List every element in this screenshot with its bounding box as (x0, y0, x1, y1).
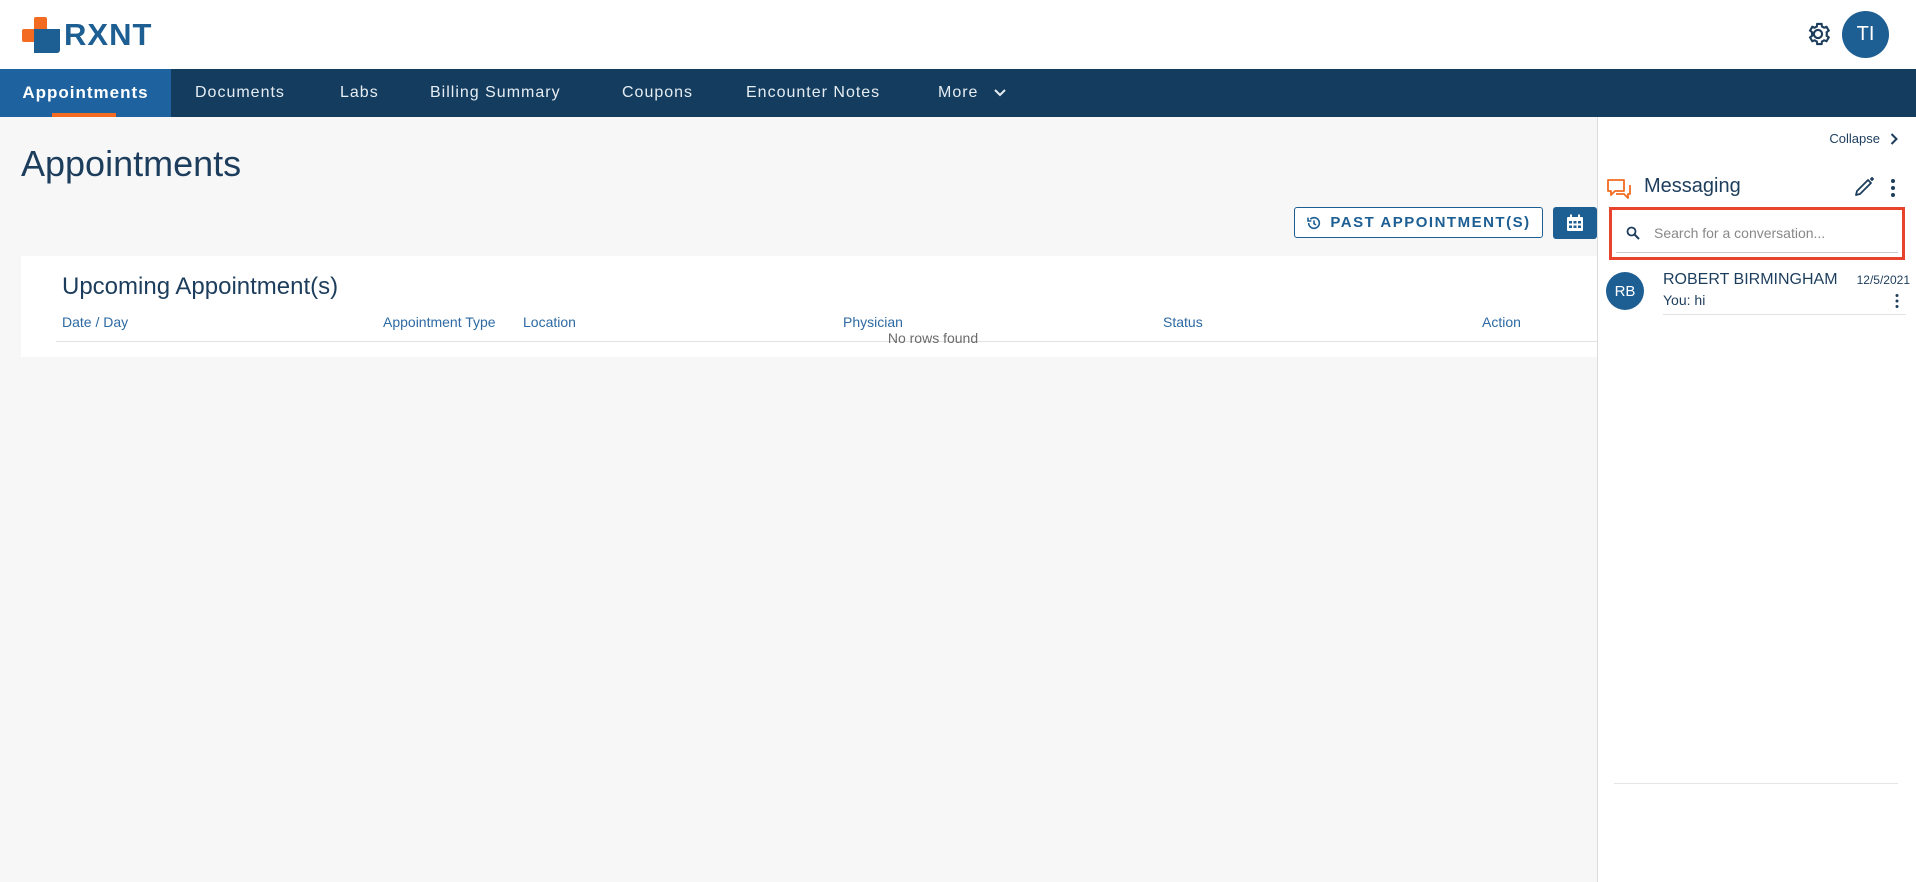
gear-icon[interactable] (1804, 20, 1832, 48)
main-nav: Appointments Documents Labs Billing Summ… (0, 69, 1916, 117)
tab-label: Appointments (22, 83, 149, 102)
search-input[interactable] (1652, 220, 1892, 246)
page-title: Appointments (21, 143, 242, 184)
tab-appointments[interactable]: Appointments (0, 69, 171, 117)
column-header-location[interactable]: Location (523, 314, 576, 330)
logo-text: RXNT (64, 17, 153, 52)
tab-coupons[interactable]: Coupons (622, 69, 693, 117)
collapse-label: Collapse (1829, 131, 1880, 146)
collapse-button[interactable]: Collapse (1829, 131, 1898, 146)
chevron-down-icon (994, 89, 1006, 97)
card-title: Upcoming Appointment(s) (62, 273, 339, 300)
panel-divider (1614, 783, 1898, 784)
conversation-search (1616, 214, 1898, 253)
tab-encounter-notes[interactable]: Encounter Notes (746, 69, 880, 117)
conversation-name: ROBERT BIRMINGHAM (1663, 271, 1838, 288)
empty-table-message: No rows found (887, 330, 979, 346)
top-header: RXNT TI (0, 0, 1916, 69)
chevron-right-icon (1890, 132, 1898, 145)
column-header-physician[interactable]: Physician (843, 314, 903, 330)
column-header-appointment-type[interactable]: Appointment Type (383, 314, 496, 330)
rxnt-logo[interactable]: RXNT (22, 17, 152, 53)
tab-billing-summary[interactable]: Billing Summary (430, 69, 561, 117)
active-tab-indicator (52, 113, 116, 117)
conversation-last-message: You: hi (1663, 292, 1706, 308)
compose-icon[interactable] (1852, 175, 1876, 199)
logo-cross-icon (22, 17, 60, 53)
column-header-date[interactable]: Date / Day (62, 314, 128, 330)
user-avatar[interactable]: TI (1842, 11, 1889, 58)
messaging-title: Messaging (1644, 175, 1741, 197)
more-options-icon[interactable] (1887, 177, 1899, 199)
calendar-icon (1567, 214, 1583, 231)
tab-more[interactable]: More (938, 69, 1006, 117)
column-header-action: Action (1482, 314, 1521, 330)
tab-label: More (938, 84, 979, 101)
past-appointments-button[interactable]: PAST APPOINTMENT(S) (1294, 207, 1543, 238)
column-header-status[interactable]: Status (1163, 314, 1203, 330)
calendar-button[interactable] (1553, 207, 1597, 239)
conversation-divider (1663, 314, 1906, 315)
tab-labs[interactable]: Labs (340, 69, 379, 117)
conversation-avatar: RB (1606, 272, 1644, 310)
conversation-date: 12/5/2021 (1856, 273, 1910, 287)
search-icon (1626, 226, 1640, 240)
past-appointments-label: PAST APPOINTMENT(S) (1330, 214, 1531, 231)
tab-documents[interactable]: Documents (195, 69, 285, 117)
history-icon (1307, 216, 1321, 229)
messaging-panel: Collapse Messaging RB ROBERT BIRMINGHAM … (1597, 117, 1916, 882)
conversation-item[interactable]: RB ROBERT BIRMINGHAM 12/5/2021 You: hi (1606, 267, 1910, 315)
chat-bubbles-icon (1607, 179, 1631, 199)
conversation-options-icon[interactable] (1894, 293, 1900, 309)
search-highlight-box (1609, 207, 1905, 260)
upcoming-appointments-card: Upcoming Appointment(s) Date / Day Appoi… (21, 256, 1597, 357)
